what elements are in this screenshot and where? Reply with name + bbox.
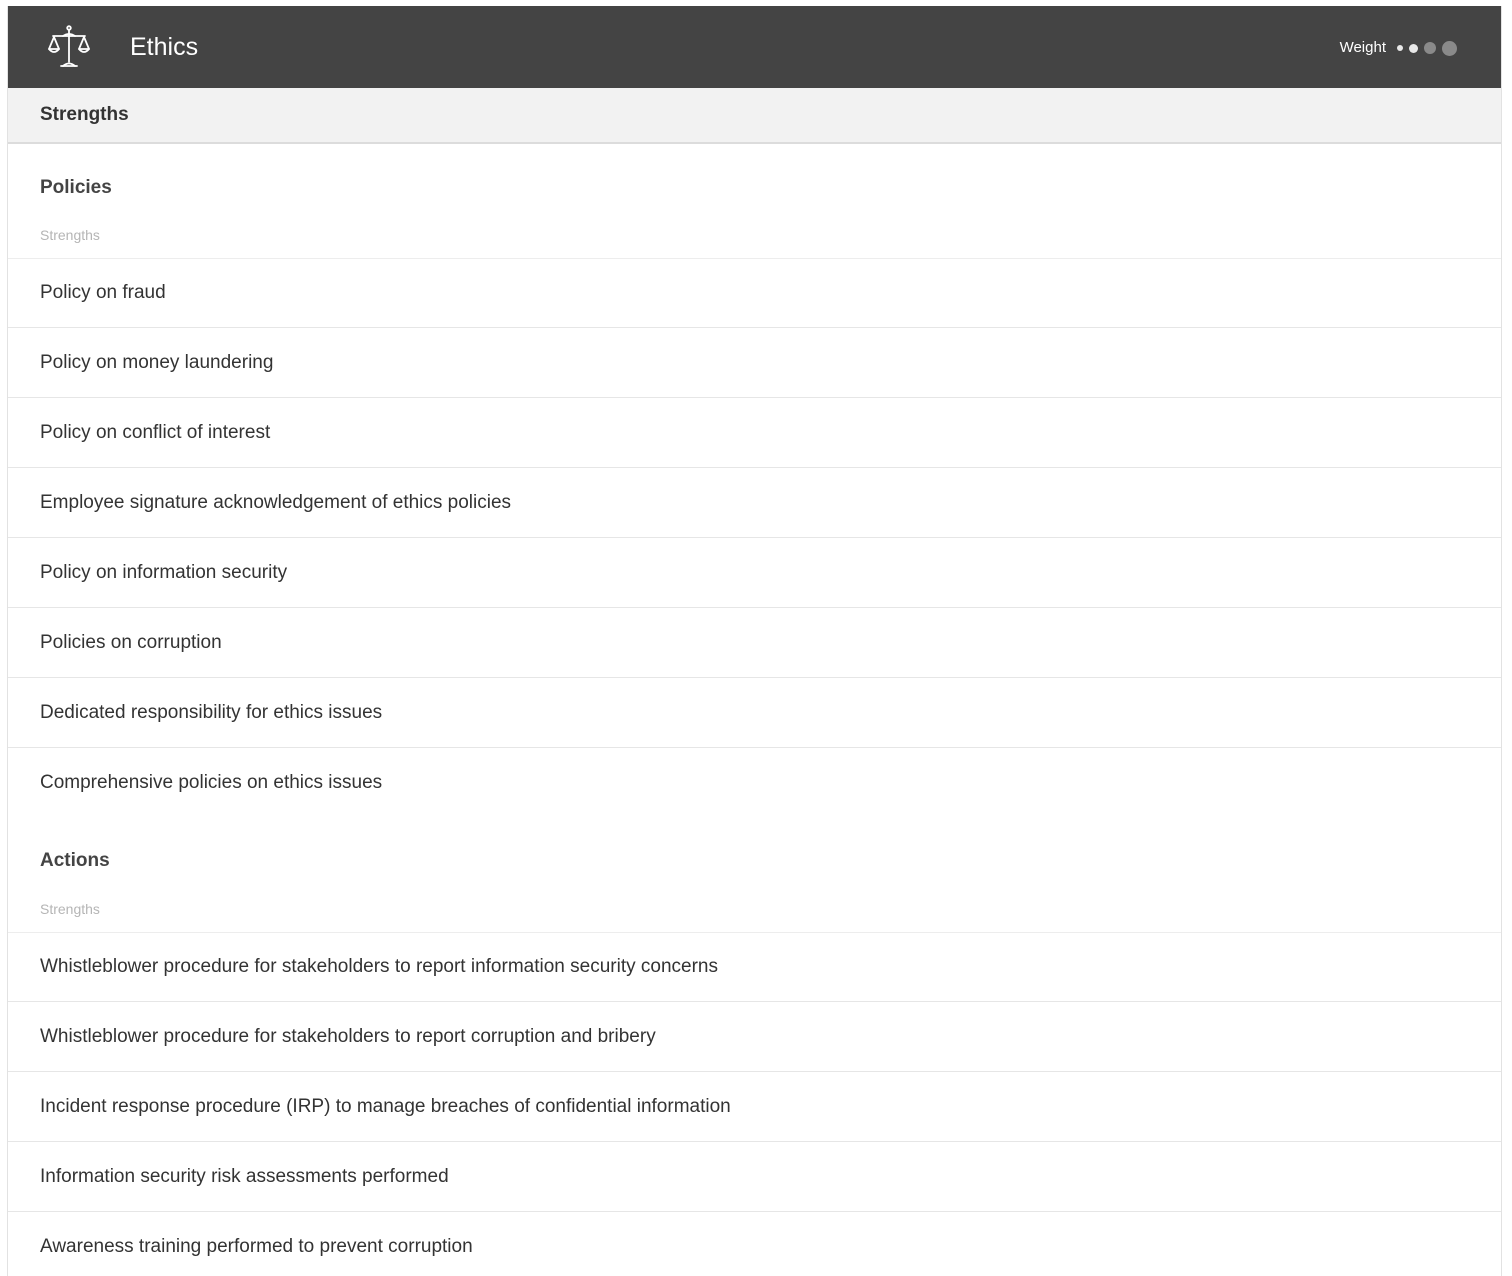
list-item: Policy on information security <box>8 538 1501 608</box>
card-header: Ethics Weight <box>8 6 1501 88</box>
section-title: Strengths <box>8 88 1501 144</box>
weight-dot-3 <box>1424 42 1436 54</box>
weight-indicator: Weight <box>1340 39 1457 57</box>
group-title: Policies <box>40 177 112 198</box>
group-title: Actions <box>40 850 110 871</box>
list-item: Incident response procedure (IRP) to man… <box>8 1072 1501 1142</box>
list-item: Information security risk assessments pe… <box>8 1142 1501 1212</box>
weight-label: Weight <box>1339 39 1386 56</box>
list-item: Policy on fraud <box>8 258 1501 328</box>
list-item: Comprehensive policies on ethics issues <box>40 772 383 793</box>
group-header: Actions Strengths <box>8 818 1501 932</box>
group-header: Policies Strengths <box>8 144 1501 258</box>
list-item: Dedicated responsibility for ethics issu… <box>8 678 1501 748</box>
scales-icon <box>48 25 90 67</box>
list-item: Awareness training performed to prevent … <box>40 1236 473 1257</box>
group-subtitle: Strengths <box>40 227 100 243</box>
weight-dot-2 <box>1409 43 1418 53</box>
group-actions: Actions Strengths Whistleblower procedur… <box>8 818 1501 1276</box>
weight-dot-1 <box>1397 45 1403 51</box>
list-item: Whistleblower procedure for stakeholders… <box>8 1002 1501 1072</box>
weight-dot-4 <box>1442 40 1457 56</box>
list-item: Policy on money laundering <box>8 328 1501 398</box>
list-item: Employee signature acknowledgement of et… <box>8 468 1501 538</box>
group-subtitle: Strengths <box>40 901 100 917</box>
card-title: Ethics <box>130 33 199 61</box>
list-item: Policies on corruption <box>8 608 1501 678</box>
list-item: Whistleblower procedure for stakeholders… <box>8 932 1501 1002</box>
list-item: Policy on conflict of interest <box>8 398 1501 468</box>
ethics-card: Ethics Weight Strengths Policies Strengt… <box>7 6 1502 1276</box>
group-policies: Policies Strengths Policy on fraud Polic… <box>8 144 1501 818</box>
